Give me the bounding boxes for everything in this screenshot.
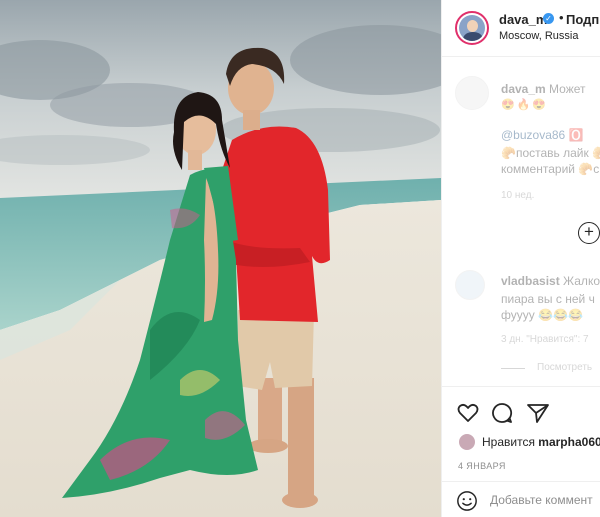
emoji-smile-icon[interactable]: [456, 490, 478, 512]
post-photo[interactable]: [0, 0, 441, 517]
caption-line: комментарий 🥐с: [501, 162, 600, 176]
commenter-avatar[interactable]: [455, 270, 485, 300]
comment-text: пиара вы с ней ч: [501, 292, 595, 306]
caption-text-start: Может: [549, 82, 586, 96]
post-side-panel: dava_m ✓ • Подп Moscow, Russia dava_m Мо…: [441, 0, 600, 517]
caption-emojis: 😍🔥😍: [501, 99, 549, 111]
author-username[interactable]: dava_m: [499, 12, 547, 27]
instagram-post: dava_m ✓ • Подп Moscow, Russia dava_m Мо…: [0, 0, 600, 517]
post-header: dava_m ✓ • Подп Moscow, Russia: [442, 0, 600, 57]
follow-button[interactable]: Подп: [566, 12, 599, 27]
header-separator: •: [559, 10, 564, 25]
liker-avatar[interactable]: [458, 433, 476, 451]
likes-summary[interactable]: Нравится marpha060: [482, 435, 600, 449]
post-location[interactable]: Moscow, Russia: [499, 30, 578, 42]
add-comment-row: Добавьте коммент: [442, 481, 600, 517]
view-replies-link[interactable]: Посмотреть: [537, 362, 592, 373]
comment-text: фуууу 😂😂😂: [501, 308, 583, 322]
add-circle-icon[interactable]: +: [578, 222, 600, 244]
commenter-username[interactable]: vladbasist: [501, 274, 560, 288]
share-icon[interactable]: [526, 401, 550, 425]
caption-username[interactable]: dava_m: [501, 82, 546, 96]
author-avatar[interactable]: [455, 11, 489, 45]
caption-header: dava_m Может: [501, 82, 586, 96]
post-date[interactable]: 4 января: [458, 461, 506, 471]
caption-avatar[interactable]: [455, 76, 489, 110]
comment-first-line: vladbasist Жалко: [501, 274, 600, 288]
add-comment-input[interactable]: Добавьте коммент: [490, 493, 593, 507]
comment-icon[interactable]: [490, 401, 514, 425]
likes-prefix: Нравится: [482, 435, 535, 449]
comment-text: Жалко: [563, 274, 600, 288]
caption-line: 🥐поставь лайк 🥐: [501, 146, 600, 160]
action-bar: Нравится marpha060 4 января Добавьте ком…: [442, 386, 600, 517]
replies-divider: [501, 368, 525, 369]
comment-meta[interactable]: 3 дн. "Нравится": 7: [501, 334, 589, 345]
caption-timestamp[interactable]: 10 нед.: [501, 190, 534, 201]
verified-badge-icon: ✓: [543, 13, 554, 24]
caption-mention[interactable]: @buzova86 🅾️: [501, 128, 584, 142]
heart-icon[interactable]: [456, 401, 480, 425]
likes-username[interactable]: marpha060: [538, 435, 600, 449]
